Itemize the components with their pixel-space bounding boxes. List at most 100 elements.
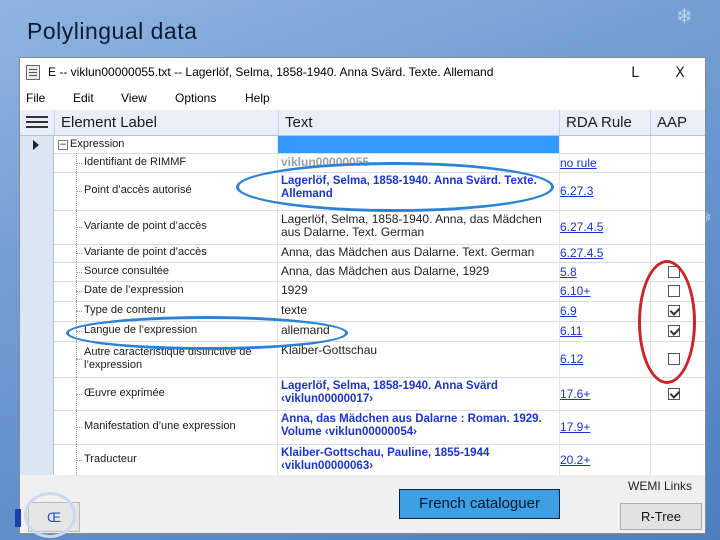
- row-header[interactable]: [20, 321, 54, 341]
- rda-rule-link[interactable]: 17.9+: [560, 420, 650, 434]
- rda-rule-link[interactable]: 6.12: [560, 352, 650, 366]
- rda-rule-link[interactable]: 6.11: [560, 324, 650, 338]
- menu-lines-icon[interactable]: [20, 110, 54, 135]
- table-row[interactable]: Date de l’expression 1929 6.10+: [20, 281, 705, 302]
- aap-cell: [668, 388, 682, 402]
- slide-title: Polylingual data: [27, 18, 198, 44]
- french-cataloguer-label: French cataloguer: [399, 489, 560, 519]
- rda-rule-link[interactable]: 17.6+: [560, 387, 650, 401]
- text-value[interactable]: Anna, das Mädchen aus Dalarne. Text. Ger…: [281, 246, 559, 259]
- minimize-button[interactable]: L: [620, 61, 650, 85]
- tree-connector-tick: [76, 272, 82, 273]
- text-value[interactable]: Klaiber-Gottschau, Pauline, 1855-1944 ‹v…: [281, 447, 559, 473]
- element-label: Source consultée: [84, 265, 169, 277]
- menu-view[interactable]: View: [121, 91, 147, 105]
- column-divider: [650, 244, 651, 262]
- menu-edit[interactable]: Edit: [73, 91, 94, 105]
- row-header[interactable]: [20, 341, 54, 377]
- column-divider: [650, 210, 651, 244]
- collapse-icon[interactable]: −: [58, 140, 68, 150]
- text-value[interactable]: Lagerlöf, Selma, 1858-1940. Anna Svärd ‹…: [281, 380, 559, 406]
- aap-checkbox[interactable]: [668, 388, 680, 400]
- language-button[interactable]: Œ: [28, 502, 80, 532]
- rda-rule-link[interactable]: 20.2+: [560, 453, 650, 467]
- table-row[interactable]: Traducteur Klaiber-Gottschau, Pauline, 18…: [20, 444, 705, 475]
- row-header[interactable]: [20, 377, 54, 410]
- text-value[interactable]: Anna, das Mädchen aus Dalarne : Roman. 1…: [281, 413, 559, 439]
- row-header[interactable]: [20, 410, 54, 444]
- text-value[interactable]: texte: [281, 304, 559, 317]
- column-divider: [277, 136, 278, 153]
- text-value[interactable]: viklun00000055: [281, 156, 559, 169]
- text-value[interactable]: allemand: [281, 324, 559, 337]
- menu-options[interactable]: Options: [175, 91, 216, 105]
- aap-checkbox[interactable]: [668, 325, 680, 337]
- table-row[interactable]: Variante de point d’accès Lagerlöf, Selma…: [20, 210, 705, 245]
- rda-rule-link[interactable]: 6.27.4.5: [560, 220, 650, 234]
- bottom-panel: Œ WEMI Links R-Tree: [15, 475, 705, 533]
- text-value[interactable]: 1929: [281, 284, 559, 297]
- text-value[interactable]: Klaiber-Gottschau: [281, 344, 559, 357]
- column-header-text[interactable]: Text: [278, 110, 559, 135]
- row-header[interactable]: [20, 281, 54, 301]
- rda-rule-link[interactable]: 6.9: [560, 304, 650, 318]
- text-value[interactable]: Lagerlöf, Selma, 1858-1940. Anna Svärd. …: [281, 175, 559, 201]
- close-button[interactable]: X: [665, 61, 695, 85]
- column-divider: [650, 377, 651, 410]
- menu-help[interactable]: Help: [245, 91, 270, 105]
- table-row[interactable]: Point d’accès autorisé Lagerlöf, Selma, 1…: [20, 172, 705, 211]
- column-divider: [650, 153, 651, 172]
- rda-rule-link[interactable]: 6.27.4.5: [560, 246, 650, 260]
- row-header[interactable]: [20, 262, 54, 281]
- tree-connector-tick: [76, 291, 82, 292]
- column-header-aap[interactable]: AAP: [650, 110, 705, 135]
- column-header-rule[interactable]: RDA Rule: [559, 110, 650, 135]
- table-row[interactable]: Autre caractéristique distinctive de l’e…: [20, 341, 705, 378]
- app-window: E -- viklun00000055.txt -- Lagerlöf, Sel…: [15, 57, 706, 534]
- table-row[interactable]: Variante de point d’accès Anna, das Mädch…: [20, 244, 705, 263]
- element-label: Variante de point d’accès: [84, 246, 207, 258]
- text-value[interactable]: Lagerlöf, Selma, 1858-1940. Anna, das Mä…: [281, 213, 559, 239]
- column-divider: [650, 321, 651, 341]
- row-header[interactable]: [20, 444, 54, 475]
- text-value[interactable]: Anna, das Mädchen aus Dalarne, 1929: [281, 265, 559, 278]
- tree-connector-tick: [76, 460, 82, 461]
- selected-cell[interactable]: [278, 136, 559, 153]
- aap-checkbox[interactable]: [668, 266, 680, 278]
- expression-group-row[interactable]: − Expression: [20, 136, 705, 154]
- table-row[interactable]: Type de contenu texte 6.9: [20, 301, 705, 322]
- table-row[interactable]: Manifestation d’une expression Anna, das …: [20, 410, 705, 445]
- rda-rule-link[interactable]: 5.8: [560, 265, 650, 279]
- rda-rule-link[interactable]: 6.10+: [560, 284, 650, 298]
- column-divider: [650, 172, 651, 210]
- aap-checkbox[interactable]: [668, 353, 680, 365]
- row-header[interactable]: [20, 301, 54, 321]
- aap-checkbox[interactable]: [668, 305, 680, 317]
- row-header[interactable]: [20, 210, 54, 244]
- row-header[interactable]: [20, 172, 54, 210]
- accent-bar: [15, 509, 21, 527]
- aap-cell: [668, 325, 682, 339]
- tree-connector-tick: [76, 427, 82, 428]
- rda-rule-link[interactable]: 6.27.3: [560, 184, 650, 198]
- aap-cell: [668, 266, 682, 280]
- tree-connector-tick: [76, 227, 82, 228]
- data-grid: Element Label Text RDA Rule AAP − Express…: [20, 110, 705, 475]
- table-row[interactable]: Langue de l’expression allemand 6.11: [20, 321, 705, 342]
- window-title: E -- viklun00000055.txt -- Lagerlöf, Sel…: [48, 65, 494, 79]
- element-label: Identifiant de RIMMF: [84, 156, 187, 168]
- rtree-button[interactable]: R-Tree: [620, 503, 702, 530]
- row-header[interactable]: [20, 244, 54, 262]
- menu-file[interactable]: File: [26, 91, 45, 105]
- row-header[interactable]: [20, 136, 54, 153]
- table-row[interactable]: Identifiant de RIMMF viklun00000055 no rul…: [20, 153, 705, 173]
- table-row[interactable]: Source consultée Anna, das Mädchen aus Da…: [20, 262, 705, 282]
- rda-rule-link[interactable]: no rule: [560, 156, 650, 170]
- snowflake-icon: ❄: [676, 4, 693, 28]
- row-header[interactable]: [20, 153, 54, 172]
- column-header-label[interactable]: Element Label: [54, 110, 278, 135]
- wemi-links-label[interactable]: WEMI Links: [628, 479, 692, 493]
- table-row[interactable]: Œuvre exprimée Lagerlöf, Selma, 1858-1940…: [20, 377, 705, 411]
- aap-checkbox[interactable]: [668, 285, 680, 297]
- column-divider: [650, 410, 651, 444]
